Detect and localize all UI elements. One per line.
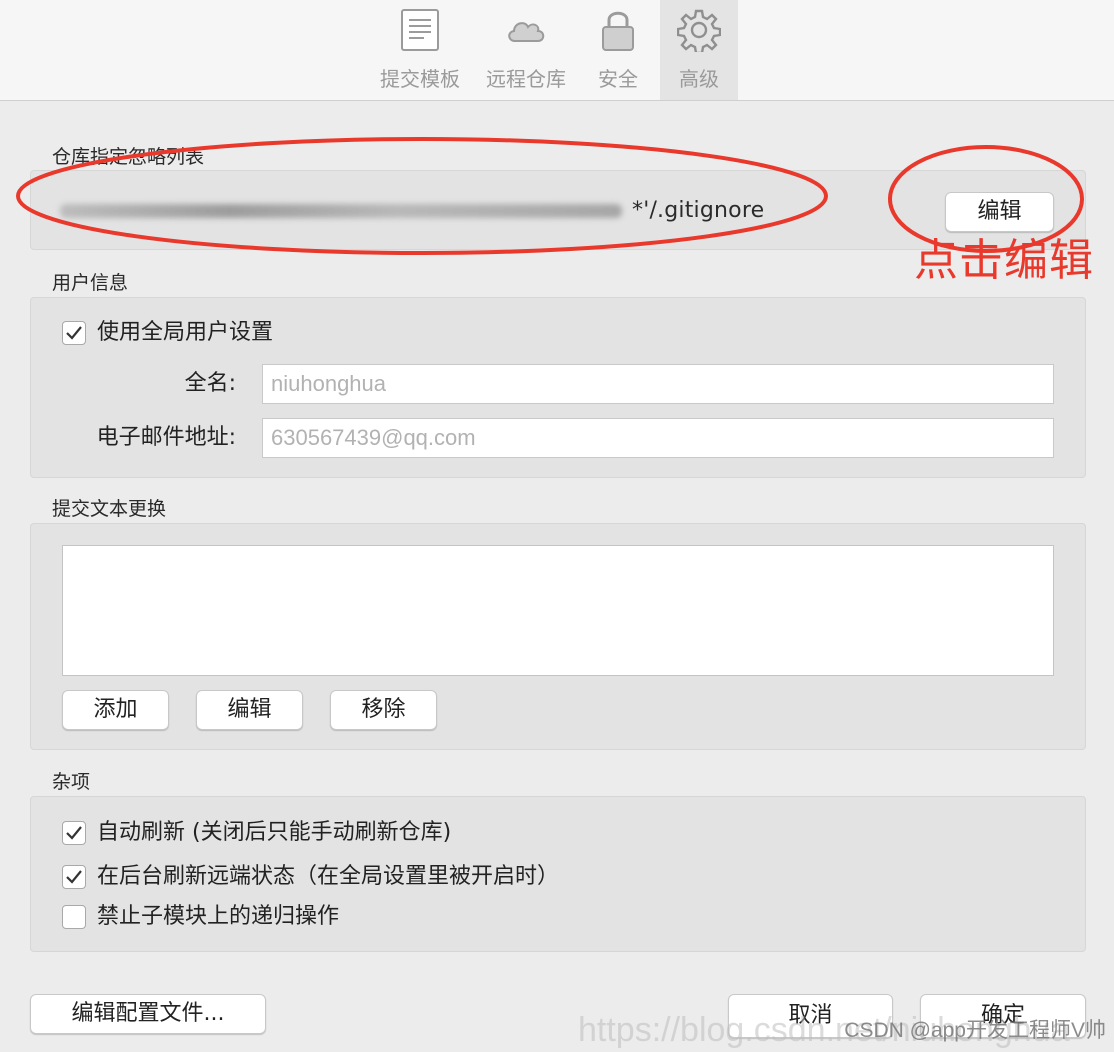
document-icon [372, 6, 468, 54]
checkbox-label: 禁止子模块上的递归操作 [97, 904, 340, 929]
tab-advanced[interactable]: 高级 [660, 0, 738, 100]
checkbox-label: 自动刷新 (关闭后只能手动刷新仓库) [97, 820, 452, 845]
checkbox-box[interactable] [62, 865, 86, 889]
remove-button[interactable]: 移除 [330, 690, 437, 730]
edit-config-file-button[interactable]: 编辑配置文件... [30, 994, 266, 1034]
tab-label: 远程仓库 [486, 67, 566, 91]
tab-remote-repo[interactable]: 远程仓库 [478, 0, 574, 100]
annotation-click-edit: 点击编辑 [914, 235, 1094, 286]
checkbox-label: 使用全局用户设置 [97, 320, 274, 345]
checkbox-box[interactable] [62, 321, 86, 345]
ignore-file-suffix: *'/.gitignore [632, 198, 765, 223]
add-button[interactable]: 添加 [62, 690, 169, 730]
user-info-label: 用户信息 [52, 272, 129, 294]
lock-icon [570, 6, 666, 54]
ignore-file-path: *'/.gitignore [60, 196, 764, 226]
tab-label: 安全 [598, 67, 638, 91]
preferences-toolbar: 提交模板 远程仓库 安全 高级 [0, 0, 1114, 101]
redacted-path [60, 204, 622, 218]
ignore-list-label: 仓库指定忽略列表 [52, 146, 205, 168]
email-label: 电子邮件地址: [96, 425, 236, 450]
tab-commit-template[interactable]: 提交模板 [372, 0, 468, 100]
auto-refresh-checkbox[interactable]: 自动刷新 (关闭后只能手动刷新仓库) [62, 818, 451, 848]
tab-label: 提交模板 [380, 67, 460, 91]
watermark-credit: CSDN @app开发工程师V帅 [844, 1019, 1106, 1042]
commit-text-label: 提交文本更换 [52, 498, 167, 520]
fullname-field[interactable]: niuhonghua [262, 364, 1054, 404]
cloud-icon [478, 6, 574, 54]
edit-ignore-button[interactable]: 编辑 [945, 192, 1054, 232]
use-global-user-checkbox[interactable]: 使用全局用户设置 [62, 318, 273, 348]
checkbox-label: 在后台刷新远端状态（在全局设置里被开启时） [97, 864, 560, 889]
checkmark-icon [66, 870, 82, 884]
commit-text-list[interactable] [62, 545, 1054, 676]
disable-submodule-recursion-checkbox[interactable]: 禁止子模块上的递归操作 [62, 902, 339, 932]
tab-security[interactable]: 安全 [570, 0, 666, 100]
fullname-label: 全名: [184, 371, 236, 396]
tab-label: 高级 [679, 67, 719, 91]
checkmark-icon [66, 326, 82, 340]
gear-icon [660, 6, 738, 54]
checkbox-box[interactable] [62, 821, 86, 845]
background-refresh-checkbox[interactable]: 在后台刷新远端状态（在全局设置里被开启时） [62, 862, 559, 892]
checkmark-icon [66, 826, 82, 840]
checkbox-box[interactable] [62, 905, 86, 929]
edit-button[interactable]: 编辑 [196, 690, 303, 730]
email-field[interactable]: 630567439@qq.com [262, 418, 1054, 458]
misc-label: 杂项 [52, 771, 91, 793]
